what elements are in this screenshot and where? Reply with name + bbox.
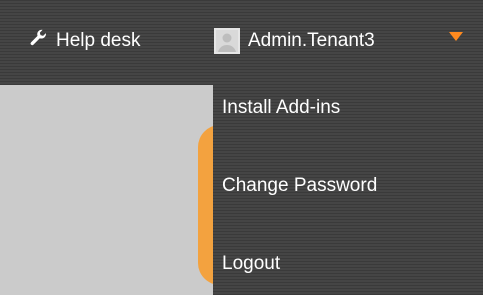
help-desk-link[interactable]: Help desk [28, 28, 141, 54]
user-name: Admin.Tenant3 [248, 30, 375, 51]
help-desk-label: Help desk [56, 30, 141, 51]
main-content-area [0, 85, 213, 295]
user-menu-toggle[interactable]: Admin.Tenant3 [214, 26, 375, 56]
menu-item-logout[interactable]: Logout [222, 253, 280, 275]
app-window: Help desk Admin.Tenant3 Install Add-ins … [0, 0, 483, 295]
caret-down-icon[interactable] [449, 32, 463, 41]
wrench-icon [28, 28, 56, 54]
user-dropdown-menu: Install Add-ins Change Password Logout [213, 85, 483, 295]
top-bar: Help desk Admin.Tenant3 [0, 0, 483, 85]
menu-item-change-password[interactable]: Change Password [222, 175, 377, 197]
user-avatar-icon [214, 28, 240, 54]
menu-item-install-add-ins[interactable]: Install Add-ins [222, 97, 340, 119]
